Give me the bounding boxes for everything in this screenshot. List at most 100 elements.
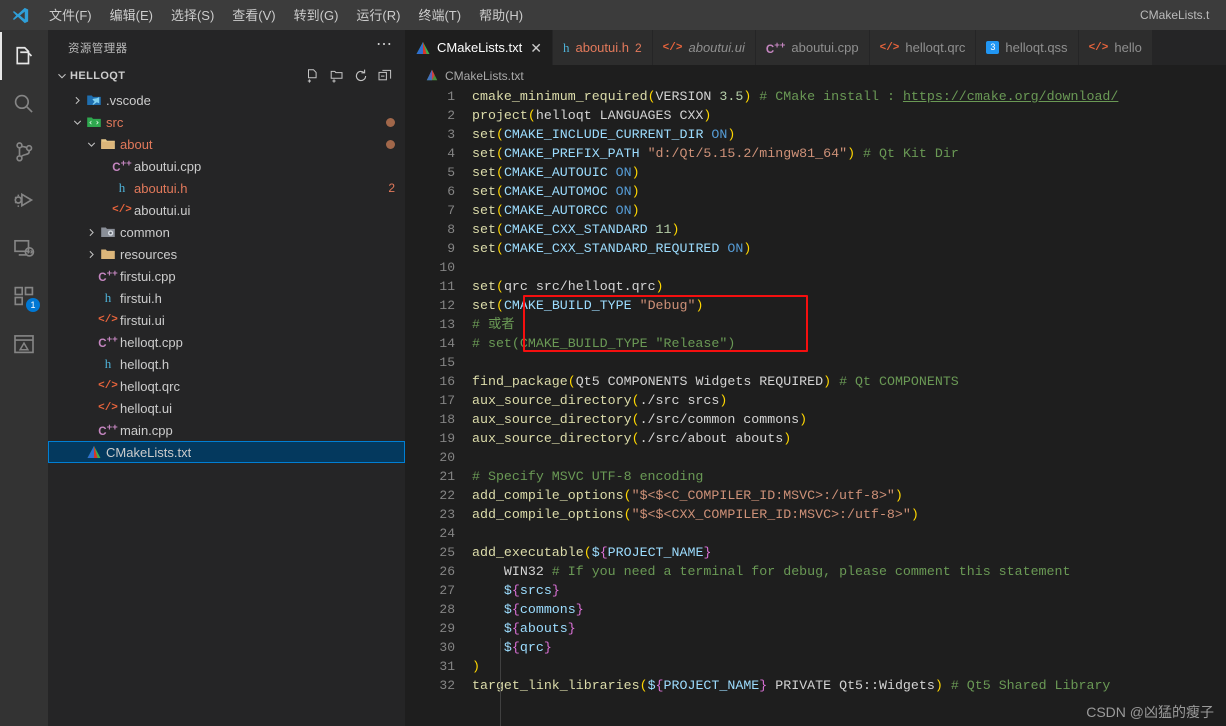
editor-tab[interactable]: C++ aboutui.cpp — [755, 30, 870, 65]
line-number: 30 — [439, 640, 455, 655]
menu-item-1[interactable]: 文件(F) — [40, 4, 101, 27]
editor-tab[interactable]: 3 helloqt.qss — [976, 30, 1079, 65]
new-folder-icon[interactable] — [329, 68, 345, 84]
tree-file-item[interactable]: C++ aboutui.cpp — [48, 155, 405, 177]
chevron-right-icon[interactable] — [70, 94, 84, 107]
code-line[interactable]: ${commons} — [472, 600, 1226, 619]
refresh-icon[interactable] — [353, 68, 369, 84]
tree-file-item[interactable]: h firstui.h — [48, 287, 405, 309]
code-line[interactable]: add_compile_options("$<$<CXX_COMPILER_ID… — [472, 505, 1226, 524]
code-line[interactable]: ${srcs} — [472, 581, 1226, 600]
code-line[interactable]: WIN32 # If you need a terminal for debug… — [472, 562, 1226, 581]
chevron-down-icon[interactable] — [84, 138, 98, 151]
tree-folder-item[interactable]: .vscode — [48, 89, 405, 111]
line-number: 31 — [439, 659, 455, 674]
code-line[interactable]: ) — [472, 657, 1226, 676]
tree-file-item[interactable]: C++ helloqt.cpp — [48, 331, 405, 353]
code-line[interactable]: set(CMAKE_AUTOUIC ON) — [472, 163, 1226, 182]
chevron-right-icon[interactable] — [84, 226, 98, 239]
tree-item-badge: 2 — [388, 181, 395, 195]
tree-file-item[interactable]: CMakeLists.txt — [48, 441, 405, 463]
line-number: 12 — [439, 298, 455, 313]
activity-bar-item-preview[interactable] — [0, 320, 48, 368]
editor-tab[interactable]: h aboutui.h 2 — [552, 30, 653, 65]
code-line[interactable] — [472, 524, 1226, 543]
line-number: 27 — [439, 583, 455, 598]
code-line[interactable]: # 或者 — [472, 315, 1226, 334]
tree-folder-item[interactable]: about — [48, 133, 405, 155]
tree-file-item[interactable]: </> helloqt.ui — [48, 397, 405, 419]
code-line[interactable]: # Specify MSVC UTF-8 encoding — [472, 467, 1226, 486]
activity-bar-item-extensions[interactable]: 1 — [0, 272, 48, 320]
tree-item-label: .vscode — [106, 92, 151, 108]
code-line[interactable]: set(CMAKE_INCLUDE_CURRENT_DIR ON) — [472, 125, 1226, 144]
line-number: 18 — [439, 412, 455, 427]
line-number-gutter: 1 2 3 4 5 6 7 8 9 10 11 12 13 14 15 16 17 18 19 20 21 22 23 24 2… — [405, 87, 467, 726]
code-line[interactable]: ${qrc} — [472, 638, 1226, 657]
code-line[interactable]: aux_source_directory(./src/about abouts) — [472, 429, 1226, 448]
vscode-logo-icon — [6, 7, 34, 24]
editor-tab[interactable]: </> hello — [1078, 30, 1153, 65]
code-line[interactable]: # set(CMAKE_BUILD_TYPE "Release") — [472, 334, 1226, 353]
editor-tab[interactable]: CMakeLists.txt ✕ — [405, 30, 553, 65]
code-line[interactable]: set(CMAKE_CXX_STANDARD_REQUIRED ON) — [472, 239, 1226, 258]
code-editor[interactable]: 1 2 3 4 5 6 7 8 9 10 11 12 13 14 15 16 17 18 19 20 21 22 23 24 2… — [405, 87, 1226, 726]
tree-file-item[interactable]: </> helloqt.qrc — [48, 375, 405, 397]
tree-folder-item[interactable]: resources — [48, 243, 405, 265]
tree-file-item[interactable]: </> aboutui.ui — [48, 199, 405, 221]
tree-folder-item[interactable]: src — [48, 111, 405, 133]
tree-file-item[interactable]: h helloqt.h — [48, 353, 405, 375]
breadcrumb-label: CMakeLists.txt — [445, 69, 524, 83]
collapse-all-icon[interactable] — [377, 68, 393, 84]
code-line[interactable] — [472, 258, 1226, 277]
explorer-more-actions-icon[interactable]: ⋯ — [376, 36, 393, 56]
activity-bar-item-search[interactable] — [0, 80, 48, 128]
menu-item-8[interactable]: 帮助(H) — [470, 4, 532, 27]
activity-bar-item-source-control[interactable] — [0, 128, 48, 176]
breadcrumb[interactable]: CMakeLists.txt — [405, 65, 1226, 87]
code-line[interactable]: set(CMAKE_AUTORCC ON) — [472, 201, 1226, 220]
cpp-file-icon: C++ — [98, 268, 118, 284]
tree-file-item[interactable]: </> firstui.ui — [48, 309, 405, 331]
tree-file-item[interactable]: C++ main.cpp — [48, 419, 405, 441]
menu-item-6[interactable]: 运行(R) — [347, 4, 409, 27]
menu-item-2[interactable]: 编辑(E) — [101, 4, 162, 27]
menu-item-7[interactable]: 终端(T) — [409, 4, 470, 27]
editor-tab[interactable]: </> helloqt.qrc — [869, 30, 977, 65]
menu-item-5[interactable]: 转到(G) — [285, 4, 348, 27]
code-line[interactable]: aux_source_directory(./src srcs) — [472, 391, 1226, 410]
code-line[interactable] — [472, 353, 1226, 372]
code-line[interactable] — [472, 448, 1226, 467]
code-line[interactable]: set(CMAKE_BUILD_TYPE "Debug") — [472, 296, 1226, 315]
code-line[interactable]: target_link_libraries(${PROJECT_NAME} PR… — [472, 676, 1226, 695]
close-icon[interactable]: ✕ — [530, 41, 542, 55]
menu-item-3[interactable]: 选择(S) — [162, 4, 223, 27]
code-line[interactable]: cmake_minimum_required(VERSION 3.5) # CM… — [472, 87, 1226, 106]
activity-bar-item-explorer[interactable] — [0, 32, 48, 80]
code-line[interactable]: ${abouts} — [472, 619, 1226, 638]
code-line[interactable]: add_executable(${PROJECT_NAME} — [472, 543, 1226, 562]
tree-file-item[interactable]: C++ firstui.cpp — [48, 265, 405, 287]
code-line[interactable]: set(CMAKE_AUTOMOC ON) — [472, 182, 1226, 201]
activity-bar-item-remote-explorer[interactable] — [0, 224, 48, 272]
code-line[interactable]: aux_source_directory(./src/common common… — [472, 410, 1226, 429]
chevron-down-icon[interactable] — [70, 116, 84, 129]
code-line[interactable]: set(CMAKE_PREFIX_PATH "d:/Qt/5.15.2/ming… — [472, 144, 1226, 163]
menu-item-4[interactable]: 查看(V) — [223, 4, 284, 27]
folder-icon — [98, 246, 118, 262]
new-file-icon[interactable] — [305, 68, 321, 84]
tree-file-item[interactable]: h aboutui.h 2 — [48, 177, 405, 199]
cpp-file-icon: C++ — [112, 158, 132, 174]
tree-folder-item[interactable]: common — [48, 221, 405, 243]
code-line[interactable]: find_package(Qt5 COMPONENTS Widgets REQU… — [472, 372, 1226, 391]
code-line[interactable]: add_compile_options("$<$<C_COMPILER_ID:M… — [472, 486, 1226, 505]
code-line[interactable]: set(qrc src/helloqt.qrc) — [472, 277, 1226, 296]
code-content[interactable]: cmake_minimum_required(VERSION 3.5) # CM… — [467, 87, 1226, 726]
activity-bar-item-run-and-debug[interactable] — [0, 176, 48, 224]
run-debug-icon — [12, 188, 36, 212]
editor-tab[interactable]: </> aboutui.ui — [652, 30, 756, 65]
code-line[interactable]: project(helloqt LANGUAGES CXX) — [472, 106, 1226, 125]
chevron-right-icon[interactable] — [84, 248, 98, 261]
code-line[interactable]: set(CMAKE_CXX_STANDARD 11) — [472, 220, 1226, 239]
folder-section-header[interactable]: HELLOQT — [48, 65, 405, 87]
